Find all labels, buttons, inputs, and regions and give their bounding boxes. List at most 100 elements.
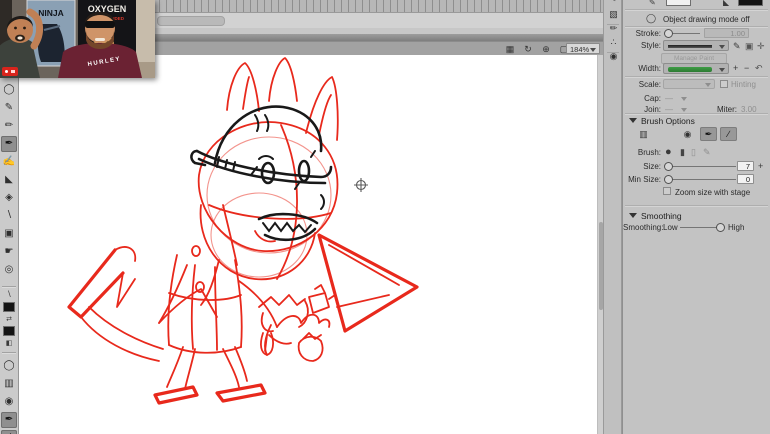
pencil-tool[interactable]: ✎ [1, 100, 17, 116]
stage-zoom-dropdown[interactable]: 184% [566, 43, 600, 54]
zoom-tool[interactable]: ◎ [1, 262, 17, 278]
dock-gear-icon[interactable]: ◔ [606, 0, 622, 7]
scale-dropdown[interactable] [663, 79, 715, 89]
use-tilt-button[interactable]: ∕ [720, 127, 737, 141]
style-library-icon[interactable]: ▣ [745, 41, 754, 52]
paint-brush-tool[interactable]: ✏ [1, 118, 17, 134]
dock-transform-icon[interactable]: ▧ [606, 8, 622, 21]
webcam-scene: NINJA OXYGEN NOT INCLUDED [0, 0, 155, 78]
stroke-color-swatch[interactable] [3, 302, 15, 312]
style-options-icon[interactable]: ✛ [757, 41, 765, 52]
chevron-down-icon [705, 83, 711, 87]
oval-tool[interactable]: ◯ [1, 82, 17, 98]
property-stroke-swatch[interactable] [666, 0, 691, 6]
object-drawing-toggle[interactable]: ◯ [1, 358, 17, 374]
object-drawing-label: Object drawing mode off [663, 15, 750, 24]
black-white-colors-icon[interactable]: ◧ [0, 339, 18, 347]
fluid-brush-tool[interactable]: ✒ [1, 136, 17, 152]
smoothing-header[interactable]: Smoothing [623, 211, 770, 221]
toolbar-divider [2, 352, 16, 354]
animate-app-window: ◯✎✏✒✍◣◈∖▣☛◎ ∖ ⇄ ◧ ◯▥◉✒∕ ▦↻⊕▢ 184% [0, 0, 770, 434]
camera-tool[interactable]: ▣ [1, 226, 17, 242]
size-row: Size: 7 + [623, 161, 770, 173]
character-sketch [19, 55, 597, 434]
properties-panel: ✎ ◣ ◯ Object drawing mode off Stroke: 1.… [622, 0, 770, 434]
brush-mode-toggle[interactable]: ◉ [1, 394, 17, 410]
size-slider-knob[interactable] [664, 162, 673, 171]
remove-width-profile-icon[interactable]: − [744, 63, 749, 73]
cap-value: — [665, 94, 673, 103]
oni-poster-title: OXYGEN [88, 4, 127, 14]
delete-brush-icon[interactable]: ▯ [691, 147, 696, 158]
style-row: Style: ✎ ▣ ✛ [623, 40, 770, 53]
webcam-overlay: NINJA OXYGEN NOT INCLUDED [0, 0, 155, 78]
timeline-scroll-thumb[interactable] [157, 16, 225, 26]
use-pressure-toggle[interactable]: ✒ [1, 412, 17, 428]
cap-dropdown-chevron[interactable] [681, 97, 687, 101]
brush-tip-icon[interactable]: ● [665, 146, 672, 158]
size-value-field[interactable]: 7 [737, 161, 754, 171]
use-pressure-button[interactable]: ✒ [700, 127, 717, 141]
brush-library-icon[interactable]: ▮ [680, 147, 685, 158]
stage-canvas[interactable] [19, 55, 597, 434]
center-stage-icon[interactable]: ⊕ [539, 43, 553, 55]
brush-options-header[interactable]: Brush Options [623, 116, 770, 126]
min-size-slider-knob[interactable] [664, 175, 673, 184]
reset-width-icon[interactable]: ↶ [755, 63, 763, 74]
increase-size-icon[interactable]: + [758, 161, 763, 171]
chevron-down-icon [590, 48, 596, 52]
ink-bottle-tool[interactable]: ◈ [1, 190, 17, 206]
brush-row: Brush: ● ▮ ▯ ✎ [623, 146, 770, 159]
stroke-value-field[interactable]: 1.00 [704, 28, 749, 38]
brush-label: Brush: [623, 148, 661, 157]
property-fill-swatch[interactable] [738, 0, 763, 6]
object-drawing-icon[interactable]: ◯ [645, 13, 657, 24]
panel-dock-strip: ◔▧✏∴◉ [603, 0, 622, 434]
size-label: Size: [623, 162, 661, 171]
lock-fill-toggle[interactable]: ▥ [1, 376, 17, 392]
fill-color-swatch[interactable] [3, 326, 15, 336]
dock-divider [607, 24, 619, 25]
stroke-label: Stroke: [623, 29, 661, 38]
swap-colors-icon[interactable]: ⇄ [0, 315, 18, 323]
use-tilt-toggle[interactable]: ∕ [1, 430, 17, 434]
min-size-label: Min Size: [623, 175, 661, 184]
smoothing-slider-knob[interactable] [716, 223, 725, 232]
hinting-checkbox[interactable] [720, 80, 728, 88]
cap-row: Cap: — [623, 93, 770, 104]
panel-divider [625, 205, 768, 207]
stroke-row: Stroke: 1.00 [623, 28, 770, 40]
smoothing-high-label: High [728, 223, 744, 232]
clip-content-icon[interactable]: ▦ [503, 43, 517, 55]
lock-fill-button[interactable]: ▥ [635, 127, 652, 141]
smoothing-label: Smoothing: [623, 223, 659, 232]
paint-bucket-tool[interactable]: ◣ [1, 172, 17, 188]
join-dropdown-chevron[interactable] [681, 108, 687, 112]
toolbar-divider [2, 286, 16, 288]
ninja-poster-title: NINJA [38, 8, 64, 18]
tool-color-row: ✎ ◣ [623, 0, 770, 8]
rotate-stage-icon[interactable]: ↻ [521, 43, 535, 55]
panel-divider [625, 76, 768, 78]
dock-swatches-icon[interactable]: ∴ [606, 36, 622, 49]
width-row: Width: + − ↶ [623, 63, 770, 76]
pen-tool[interactable]: ✍ [1, 154, 17, 170]
width-dropdown[interactable] [663, 63, 729, 74]
style-label: Style: [623, 41, 661, 50]
scale-label: Scale: [623, 80, 661, 89]
eyedropper-tool[interactable]: ∖ [1, 208, 17, 224]
edit-brush-icon[interactable]: ✎ [703, 147, 711, 158]
min-size-value-field[interactable]: 0 [737, 174, 754, 184]
stroke-color-picker-icon[interactable]: ∖ [0, 290, 18, 299]
min-size-row: Min Size: 0 [623, 174, 770, 186]
zoom-size-with-stage-checkbox[interactable] [663, 187, 671, 195]
brush-mode-button[interactable]: ◉ [679, 127, 696, 141]
smoothing-row: Smoothing: Low High [623, 222, 770, 234]
edit-style-icon[interactable]: ✎ [733, 41, 741, 52]
hand-tool[interactable]: ☛ [1, 244, 17, 260]
stroke-slider-knob[interactable] [664, 29, 673, 38]
cap-label: Cap: [623, 94, 661, 103]
zoom-size-with-stage-label: Zoom size with stage [675, 188, 750, 197]
style-dropdown[interactable] [663, 40, 729, 51]
add-width-profile-icon[interactable]: + [733, 63, 738, 73]
